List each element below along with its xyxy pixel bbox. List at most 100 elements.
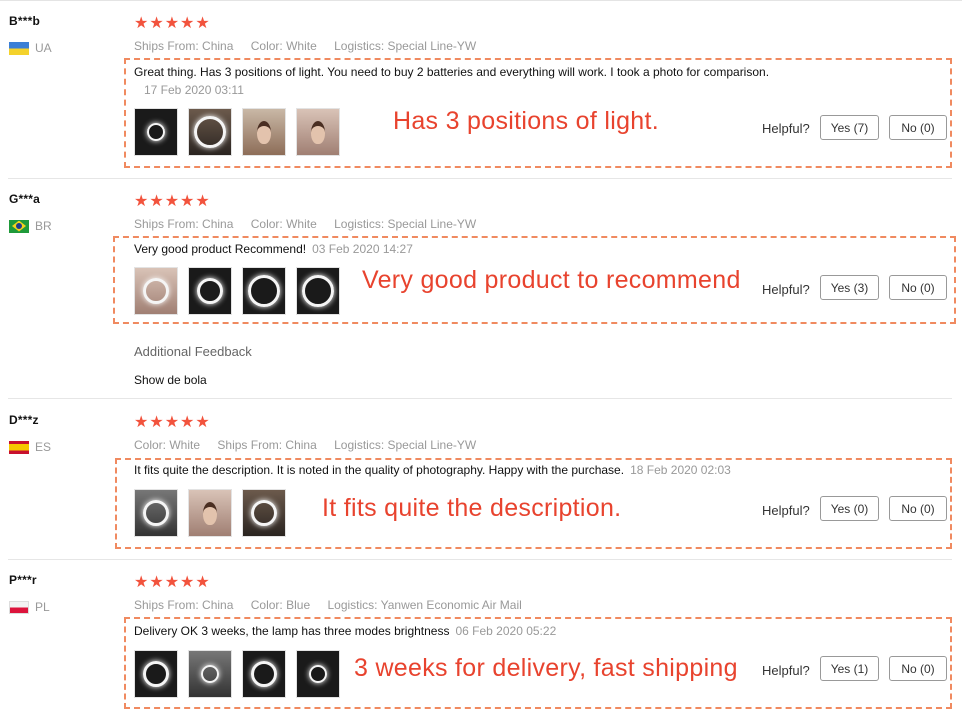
review-photo[interactable] [296, 108, 340, 156]
portrait-icon [311, 120, 325, 144]
ring-light-icon [143, 500, 169, 526]
review-photo[interactable] [242, 650, 286, 698]
review-photo[interactable] [188, 108, 232, 156]
color-value: Blue [286, 598, 311, 612]
helpful-no-button[interactable]: No (0) [889, 656, 947, 681]
color-value: White [169, 438, 201, 452]
order-info: Ships From: China Color: White Logistics… [134, 39, 490, 53]
review-date: 06 Feb 2020 05:22 [455, 624, 557, 638]
reviewer-name: P***r [9, 573, 37, 587]
helpful-yes-button[interactable]: Yes (3) [820, 275, 879, 300]
review-photo[interactable] [188, 267, 232, 315]
portrait-icon [203, 501, 217, 525]
color-label: Color: [250, 39, 283, 53]
star-rating: ★★★★★ [134, 15, 211, 32]
review-photo[interactable] [242, 267, 286, 315]
additional-feedback-text: Show de bola [134, 373, 207, 387]
reviewer-name: D***z [9, 413, 39, 427]
star-rating: ★★★★★ [134, 574, 211, 591]
logistics-label: Logistics: [334, 217, 385, 231]
ring-light-icon [251, 661, 277, 687]
country-code: ES [35, 440, 52, 454]
review-text: Delivery OK 3 weeks, the lamp has three … [134, 624, 556, 638]
review-photos [134, 267, 340, 315]
review-photo[interactable] [188, 650, 232, 698]
review-photo[interactable] [242, 108, 286, 156]
ring-light-icon [194, 116, 226, 148]
ring-light-icon [147, 123, 165, 141]
ships-from-label: Ships From: [134, 598, 199, 612]
reviewer-country: PL [9, 600, 50, 614]
review-divider [8, 178, 952, 179]
review-photos [134, 108, 340, 156]
review-photo[interactable] [134, 650, 178, 698]
helpful-no-button[interactable]: No (0) [889, 115, 947, 140]
review-divider [8, 398, 952, 399]
order-info: Color: White Ships From: China Logistics… [134, 438, 490, 452]
order-info: Ships From: China Color: Blue Logistics:… [134, 598, 536, 612]
review-photos [134, 489, 286, 537]
logistics-value: Special Line-YW [387, 217, 477, 231]
ships-from-value: China [202, 39, 234, 53]
review-photo[interactable] [134, 489, 178, 537]
helpful-yes-button[interactable]: Yes (0) [820, 496, 879, 521]
ring-light-icon [197, 278, 223, 304]
review-text: It fits quite the description. It is not… [134, 463, 731, 477]
annotation-caption: It fits quite the description. [322, 494, 622, 522]
review-date: 18 Feb 2020 02:03 [630, 463, 731, 477]
review-text: Very good product Recommend! 03 Feb 2020 … [134, 242, 413, 256]
reviewer-country: BR [9, 219, 52, 233]
ring-light-icon [143, 278, 169, 304]
ships-from-value: China [202, 598, 234, 612]
review-photo[interactable] [242, 489, 286, 537]
logistics-label: Logistics: [334, 39, 385, 53]
review-photo[interactable] [296, 650, 340, 698]
review-date: 03 Feb 2020 14:27 [312, 242, 413, 256]
review-photos [134, 650, 340, 698]
helpful-label: Helpful? [762, 503, 810, 518]
color-label: Color: [134, 438, 167, 452]
spain-flag-icon [9, 440, 29, 454]
helpful-yes-button[interactable]: Yes (7) [820, 115, 879, 140]
helpful-no-button[interactable]: No (0) [889, 496, 947, 521]
ships-from-label: Ships From: [134, 39, 199, 53]
ring-light-icon [143, 661, 169, 687]
helpful-no-button[interactable]: No (0) [889, 275, 947, 300]
logistics-value: Special Line-YW [387, 39, 477, 53]
review-text: Great thing. Has 3 positions of light. Y… [134, 65, 770, 79]
logistics-label: Logistics: [334, 438, 385, 452]
annotation-caption: 3 weeks for delivery, fast shipping [354, 654, 738, 682]
reviewer-country: UA [9, 41, 52, 55]
review-date: 17 Feb 2020 03:11 [144, 83, 244, 97]
logistics-value: Yanwen Economic Air Mail [380, 598, 522, 612]
ring-light-icon [201, 665, 219, 683]
star-rating: ★★★★★ [134, 414, 211, 431]
review-photo[interactable] [188, 489, 232, 537]
order-info: Ships From: China Color: White Logistics… [134, 217, 490, 231]
ships-from-value: China [202, 217, 234, 231]
ring-light-icon [302, 275, 334, 307]
helpful-label: Helpful? [762, 663, 810, 678]
country-code: PL [35, 600, 50, 614]
poland-flag-icon [9, 600, 29, 614]
ring-light-icon [248, 275, 280, 307]
top-divider [0, 0, 962, 1]
country-code: UA [35, 41, 52, 55]
ships-from-label: Ships From: [134, 217, 199, 231]
logistics-label: Logistics: [327, 598, 378, 612]
helpful-label: Helpful? [762, 282, 810, 297]
reviewer-name: G***a [9, 192, 41, 206]
logistics-value: Special Line-YW [387, 438, 477, 452]
helpful-label: Helpful? [762, 121, 810, 136]
review-photo[interactable] [134, 108, 178, 156]
review-body: Delivery OK 3 weeks, the lamp has three … [134, 624, 450, 638]
review-photo[interactable] [296, 267, 340, 315]
color-value: White [286, 217, 317, 231]
reviewer-country: ES [9, 440, 51, 454]
color-value: White [286, 39, 317, 53]
review-photo[interactable] [134, 267, 178, 315]
annotation-caption: Has 3 positions of light. [393, 107, 659, 135]
country-code: BR [35, 219, 52, 233]
helpful-yes-button[interactable]: Yes (1) [820, 656, 879, 681]
portrait-icon [257, 120, 271, 144]
